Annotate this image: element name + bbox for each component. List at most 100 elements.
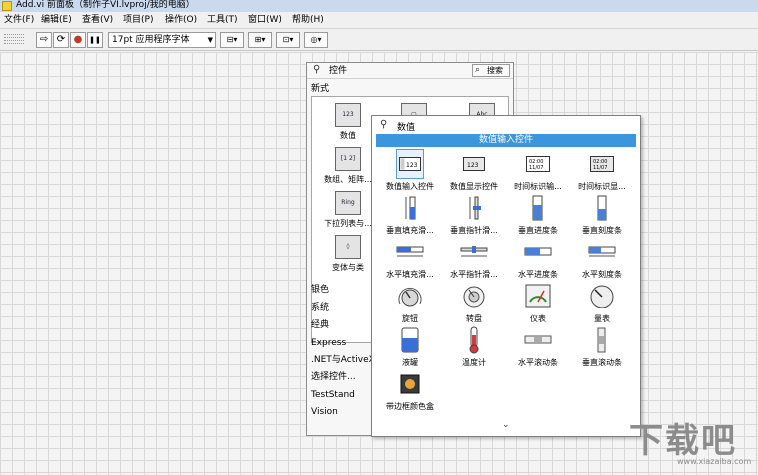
ring-category-icon: Ring (335, 191, 361, 215)
knob-icon (378, 282, 442, 310)
palette-item-classic[interactable]: 经典 (311, 319, 329, 331)
watermark-logo: 下载吧 (629, 421, 737, 461)
svg-text:123: 123 (406, 162, 418, 169)
category-variant[interactable]: ◊ 变体与类 (320, 235, 376, 273)
vertical-graduated-bar-item[interactable]: 垂直刻度条 (570, 194, 634, 236)
horizontal-progress-bar-item[interactable]: 水平进度条 (506, 238, 570, 280)
meter-item[interactable]: 量表 (570, 282, 634, 324)
horizontal-fill-slide-item[interactable]: 水平填充滑... (378, 238, 442, 280)
vertical-pointer-slide-item[interactable]: 垂直指针滑... (442, 194, 506, 236)
palette-item-silver[interactable]: 银色 (311, 284, 329, 296)
array-category-icon: [1 2] (335, 147, 361, 171)
tank-icon (378, 326, 442, 354)
vertical-progress-bar-item[interactable]: 垂直进度条 (506, 194, 570, 236)
numeric-category-icon: 123 (335, 103, 361, 127)
numeric-indicator-item[interactable]: 123 数值显示控件 (442, 150, 506, 192)
horizontal-fill-slide-icon (378, 238, 442, 266)
item-label: 垂直指针滑... (450, 226, 498, 235)
menu-help[interactable]: 帮助(H) (292, 14, 324, 27)
search-button[interactable]: ⌕ 搜索 (472, 64, 510, 77)
category-array[interactable]: [1 2] 数组、矩阵... (318, 147, 378, 185)
palette-item-teststand[interactable]: TestStand (311, 389, 355, 401)
pause-button[interactable]: ❚❚ (87, 32, 103, 48)
category-label: 变体与类 (332, 263, 364, 272)
horizontal-pointer-slide-icon (442, 238, 506, 266)
horizontal-graduated-bar-item[interactable]: 水平刻度条 (570, 238, 634, 280)
item-label: 温度计 (462, 358, 486, 367)
timestamp-indicator-item[interactable]: 02:00 11/07 时间标识显... (570, 150, 634, 192)
toolbar: ⇨ ⟳ ● ❚❚ 17pt 应用程序字体 ▼ ⊟▾ ⊞▾ ⊡▾ ◎▾ (0, 29, 758, 51)
timestamp-control-item[interactable]: 02:00 11/07 时间标识输... (506, 150, 570, 192)
resize-objects-button[interactable]: ⊡▾ (276, 32, 300, 48)
item-label: 垂直滚动条 (582, 358, 622, 367)
chevron-down-icon: ▼ (207, 36, 213, 44)
color-box-icon (378, 370, 442, 398)
run-continuously-button[interactable]: ⟳ (53, 32, 69, 48)
palette-item-express[interactable]: Express (311, 337, 346, 349)
item-label: 带边框颜色盒 (386, 402, 434, 411)
category-ring[interactable]: Ring 下拉列表与... (318, 191, 378, 229)
item-label: 水平指针滑... (450, 270, 498, 279)
expand-more-icon[interactable]: ⌄ (502, 420, 510, 430)
item-label: 时间标识输... (514, 182, 562, 191)
item-label: 旋钮 (402, 314, 418, 323)
item-label: 时间标识显... (578, 182, 626, 191)
horizontal-graduated-bar-icon (570, 238, 634, 266)
numeric-subpalette: ⚲ 数值 数值输入控件 123 数值输入控件 123 数值显示控件 02:00 1… (371, 115, 641, 437)
gauge-icon (506, 282, 570, 310)
reorder-button[interactable]: ◎▾ (304, 32, 328, 48)
menu-view[interactable]: 查看(V) (82, 14, 113, 27)
menu-edit[interactable]: 编辑(E) (41, 14, 72, 27)
palette-item-vision[interactable]: Vision (311, 406, 338, 418)
category-numeric[interactable]: 123 数值 (322, 103, 374, 141)
vertical-fill-slide-item[interactable]: 垂直填充滑... (378, 194, 442, 236)
numeric-control-item[interactable]: 123 数值输入控件 (378, 149, 442, 192)
title-bar: Add.vi 前面板（制作子VI.lvproj/我的电脑） (0, 0, 758, 12)
item-label: 垂直填充滑... (386, 226, 434, 235)
menu-file[interactable]: 文件(F) (4, 14, 34, 27)
palette-item-dotnet-activex[interactable]: .NET与ActiveX (311, 354, 375, 366)
item-label: 转盘 (466, 314, 482, 323)
item-label: 水平进度条 (518, 270, 558, 279)
pin-icon[interactable]: ⚲ (380, 119, 387, 130)
abort-button[interactable]: ● (70, 32, 86, 48)
menu-window[interactable]: 窗口(W) (248, 14, 282, 27)
palette-item-system[interactable]: 系统 (311, 302, 329, 314)
vertical-scrollbar-icon (570, 326, 634, 354)
search-icon: ⌕ (475, 65, 481, 75)
knob-item[interactable]: 旋钮 (378, 282, 442, 324)
menu-tools[interactable]: 工具(T) (207, 14, 238, 27)
menu-project[interactable]: 项目(P) (123, 14, 153, 27)
variant-category-icon: ◊ (335, 235, 361, 259)
vertical-scrollbar-item[interactable]: 垂直滚动条 (570, 326, 634, 368)
menu-operate[interactable]: 操作(O) (165, 14, 197, 27)
palette-title: 控件 (329, 66, 348, 76)
item-label: 数值输入控件 (386, 182, 434, 191)
toolbar-grip (4, 32, 24, 48)
gauge-item[interactable]: 仪表 (506, 282, 570, 324)
distribute-objects-button[interactable]: ⊞▾ (248, 32, 272, 48)
thermometer-item[interactable]: 温度计 (442, 326, 506, 368)
window-title: Add.vi 前面板（制作子VI.lvproj/我的电脑） (16, 0, 195, 10)
palette-item-select-control[interactable]: 选择控件... (311, 371, 356, 383)
dial-item[interactable]: 转盘 (442, 282, 506, 324)
item-label: 水平刻度条 (582, 270, 622, 279)
tank-item[interactable]: 液罐 (378, 326, 442, 368)
align-objects-button[interactable]: ⊟▾ (220, 32, 244, 48)
run-button[interactable]: ⇨ (36, 32, 52, 48)
timestamp-control-icon: 02:00 11/07 (506, 150, 570, 178)
horizontal-pointer-slide-item[interactable]: 水平指针滑... (442, 238, 506, 280)
numeric-indicator-icon: 123 (442, 150, 506, 178)
menu-bar: 文件(F) 编辑(E) 查看(V) 项目(P) 操作(O) 工具(T) 窗口(W… (0, 12, 758, 29)
item-label: 水平滚动条 (518, 358, 558, 367)
horizontal-scrollbar-item[interactable]: 水平滚动条 (506, 326, 570, 368)
font-selector[interactable]: 17pt 应用程序字体 ▼ (108, 32, 216, 48)
framed-color-box-item[interactable]: 带边框颜色盒 (378, 370, 442, 412)
pin-icon[interactable]: ⚲ (313, 64, 320, 75)
horizontal-scrollbar-icon (506, 326, 570, 354)
vertical-graduated-bar-icon (570, 194, 634, 222)
vertical-progress-bar-icon (506, 194, 570, 222)
subpalette-title: 数值 (397, 123, 416, 133)
item-label: 量表 (594, 314, 610, 323)
item-label: 液罐 (402, 358, 418, 367)
